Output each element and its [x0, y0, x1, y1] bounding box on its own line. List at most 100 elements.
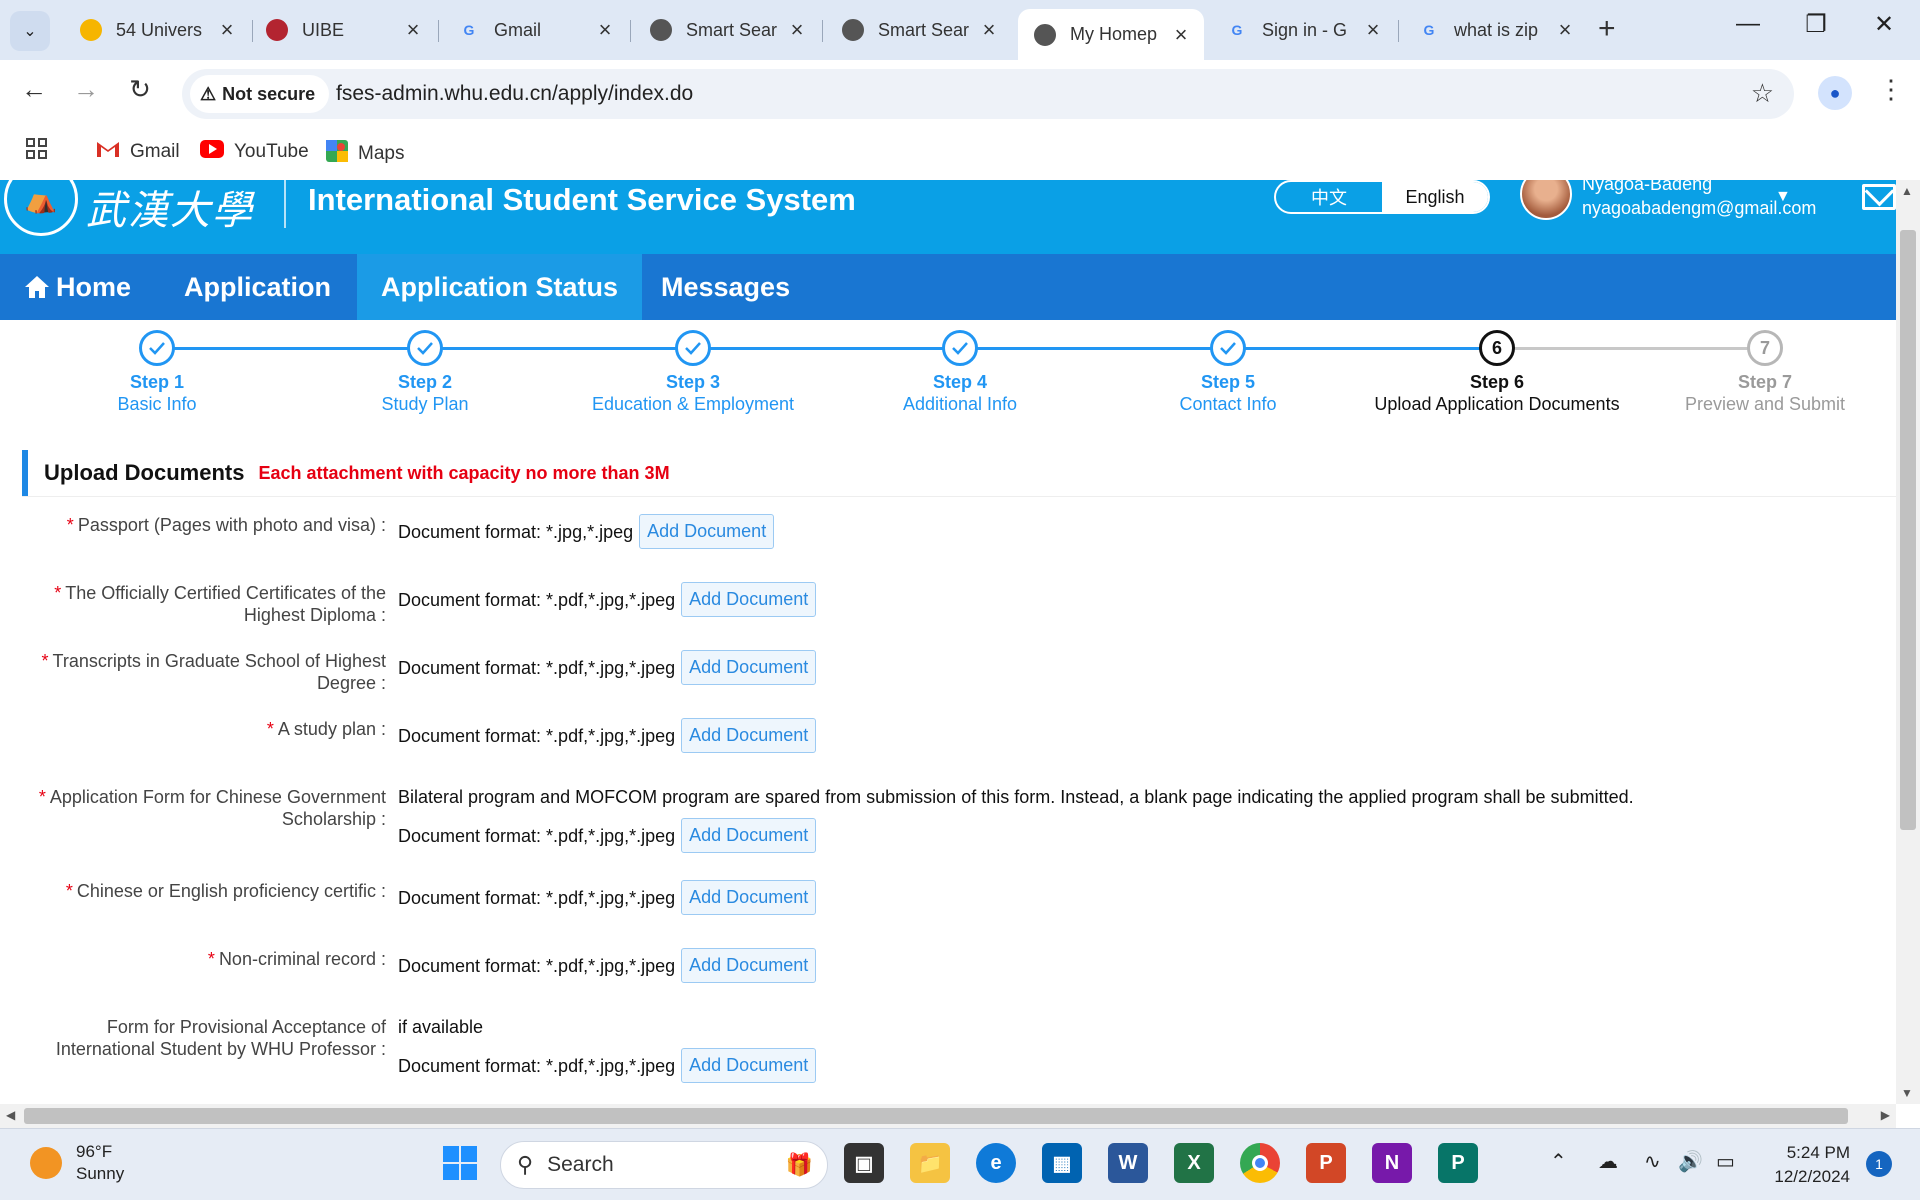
add-document-button[interactable]: Add Document [681, 948, 817, 983]
browser-tab[interactable]: G Sign in - G × [1210, 9, 1396, 51]
tab-close-icon[interactable]: × [216, 17, 238, 43]
user-avatar[interactable] [1520, 180, 1572, 220]
nav-application-status[interactable]: Application Status [357, 254, 643, 320]
label-colon: : [375, 605, 386, 625]
add-document-button[interactable]: Add Document [681, 650, 817, 685]
onenote-icon[interactable]: N [1372, 1143, 1412, 1183]
document-format: Document format: *.pdf,*.jpg,*.jpeg [398, 955, 676, 976]
publisher-icon[interactable]: P [1438, 1143, 1478, 1183]
scroll-right-icon[interactable]: ▶ [1881, 1108, 1890, 1122]
security-chip[interactable]: ⚠ Not secure [190, 75, 330, 113]
add-document-button[interactable]: Add Document [681, 880, 817, 915]
address-bar[interactable]: ⚠ Not secure fses-admin.whu.edu.cn/apply… [182, 69, 1794, 119]
browser-tab[interactable]: Smart Sear × [826, 9, 1012, 51]
tab-close-icon[interactable]: × [1554, 17, 1576, 43]
taskbar-search[interactable]: ⚲ Search 🎁 [500, 1141, 828, 1189]
tab-close-icon[interactable]: × [978, 17, 1000, 43]
window-close-button[interactable]: ✕ [1854, 10, 1914, 39]
reload-button[interactable]: ↻ [120, 74, 160, 105]
browser-tab[interactable]: UIBE × [250, 9, 436, 51]
nav-application[interactable]: Application [160, 254, 355, 320]
task-view-icon[interactable]: ▣ [844, 1143, 884, 1183]
tray-overflow-icon[interactable]: ⌃ [1550, 1149, 1567, 1174]
tab-close-icon[interactable]: × [786, 17, 808, 43]
new-tab-button[interactable]: + [1598, 12, 1616, 46]
edge-icon[interactable]: e [976, 1143, 1016, 1183]
url-text[interactable]: fses-admin.whu.edu.cn/apply/index.do [336, 82, 693, 106]
globe-icon [1034, 23, 1056, 46]
notification-badge[interactable]: 1 [1866, 1151, 1892, 1177]
browser-tab[interactable]: Smart Sear × [634, 9, 820, 51]
format-line: Document format: *.jpg,*.jpeg Add Documen… [398, 514, 775, 549]
forward-button[interactable]: → [66, 74, 106, 105]
browser-tab[interactable]: Gwhat is zip × [1402, 9, 1588, 51]
minimize-button[interactable]: — [1718, 10, 1778, 38]
system-clock[interactable]: 5:24 PM 12/2/2024 [1762, 1141, 1850, 1189]
restore-button[interactable]: ❐ [1786, 10, 1846, 39]
lang-chinese-button[interactable]: 中文 [1276, 182, 1382, 212]
scroll-up-icon[interactable]: ▲ [1901, 184, 1913, 198]
user-menu-caret-icon[interactable]: ▼ [1775, 188, 1791, 206]
add-document-button[interactable]: Add Document [681, 718, 817, 753]
user-name[interactable]: Nyagoa-Badeng [1582, 180, 1712, 195]
store-icon[interactable]: ▦ [1042, 1143, 1082, 1183]
bookmark-youtube[interactable]: YouTube [200, 140, 309, 164]
bookmark-star-icon[interactable]: ☆ [1751, 78, 1774, 109]
mail-icon[interactable] [1862, 184, 1896, 210]
label-colon: : [375, 673, 386, 693]
browser-tab[interactable]: G Gmail × [442, 9, 628, 51]
search-icon: ⚲ [517, 1152, 534, 1177]
check-icon [407, 330, 443, 366]
tab-title: 54 Univers [116, 19, 203, 40]
add-document-button[interactable]: Add Document [639, 514, 775, 549]
horizontal-scroll-thumb[interactable] [24, 1108, 1848, 1124]
bookmark-maps[interactable]: Maps [326, 140, 404, 168]
bookmark-label: Gmail [130, 141, 180, 162]
vertical-scroll-thumb[interactable] [1900, 230, 1916, 830]
label-colon: : [375, 719, 386, 739]
format-line: Document format: *.pdf,*.jpg,*.jpeg Add D… [398, 1048, 817, 1083]
browser-tab[interactable]: My Homep × [1018, 9, 1204, 60]
browser-menu-icon[interactable]: ⋮ [1878, 74, 1904, 105]
bookmark-gmail[interactable]: Gmail [96, 140, 180, 164]
onedrive-icon[interactable]: ☁ [1598, 1149, 1618, 1174]
weather-widget[interactable]: 96°F Sunny [30, 1141, 124, 1185]
add-document-button[interactable]: Add Document [681, 818, 817, 853]
powerpoint-icon[interactable]: P [1306, 1143, 1346, 1183]
wifi-icon[interactable]: ∿ [1644, 1149, 1661, 1174]
scroll-left-icon[interactable]: ◀ [6, 1108, 15, 1122]
document-note: Bilateral program and MOFCOM program are… [398, 787, 1634, 807]
nav-messages[interactable]: Messages [637, 254, 814, 320]
logo-divider [284, 180, 286, 228]
nav-home[interactable]: Home [0, 254, 155, 320]
globe-icon [842, 19, 864, 41]
word-icon[interactable]: W [1108, 1143, 1148, 1183]
chrome-icon[interactable] [1240, 1143, 1280, 1183]
vertical-scrollbar[interactable]: ▲ ▼ [1896, 180, 1920, 1104]
step-number: 6 [1479, 330, 1515, 366]
file-explorer-icon[interactable]: 📁 [910, 1143, 950, 1183]
document-label: Form for Provisional Acceptance of Inter… [20, 1016, 386, 1060]
tab-close-icon[interactable]: × [594, 17, 616, 43]
tab-close-icon[interactable]: × [1362, 17, 1384, 43]
tab-search-button[interactable]: ⌄ [10, 11, 50, 51]
windows-start-icon[interactable] [440, 1143, 480, 1183]
apps-grid-icon[interactable] [26, 138, 48, 160]
capacity-note: Each attachment with capacity no more th… [258, 462, 670, 483]
volume-icon[interactable]: 🔊 [1678, 1149, 1703, 1174]
browser-tab[interactable]: 54 Univers × [64, 9, 250, 51]
profile-avatar-icon[interactable]: ● [1818, 76, 1852, 110]
tab-close-icon[interactable]: × [402, 17, 424, 43]
excel-icon[interactable]: X [1174, 1143, 1214, 1183]
lang-english-button[interactable]: English [1382, 182, 1488, 212]
tab-close-icon[interactable]: × [1170, 22, 1192, 48]
document-upload-area: Document format: *.pdf,*.jpg,*.jpeg Add D… [398, 718, 817, 753]
add-document-button[interactable]: Add Document [681, 582, 817, 617]
document-label: * The Officially Certified Certificates o… [20, 582, 386, 626]
university-logo-text: 武漢大學 [86, 188, 254, 234]
battery-icon[interactable]: ▭ [1716, 1149, 1735, 1174]
back-button[interactable]: ← [14, 74, 54, 105]
scroll-down-icon[interactable]: ▼ [1901, 1086, 1913, 1100]
horizontal-scrollbar[interactable]: ◀ ▶ [0, 1104, 1896, 1128]
add-document-button[interactable]: Add Document [681, 1048, 817, 1083]
